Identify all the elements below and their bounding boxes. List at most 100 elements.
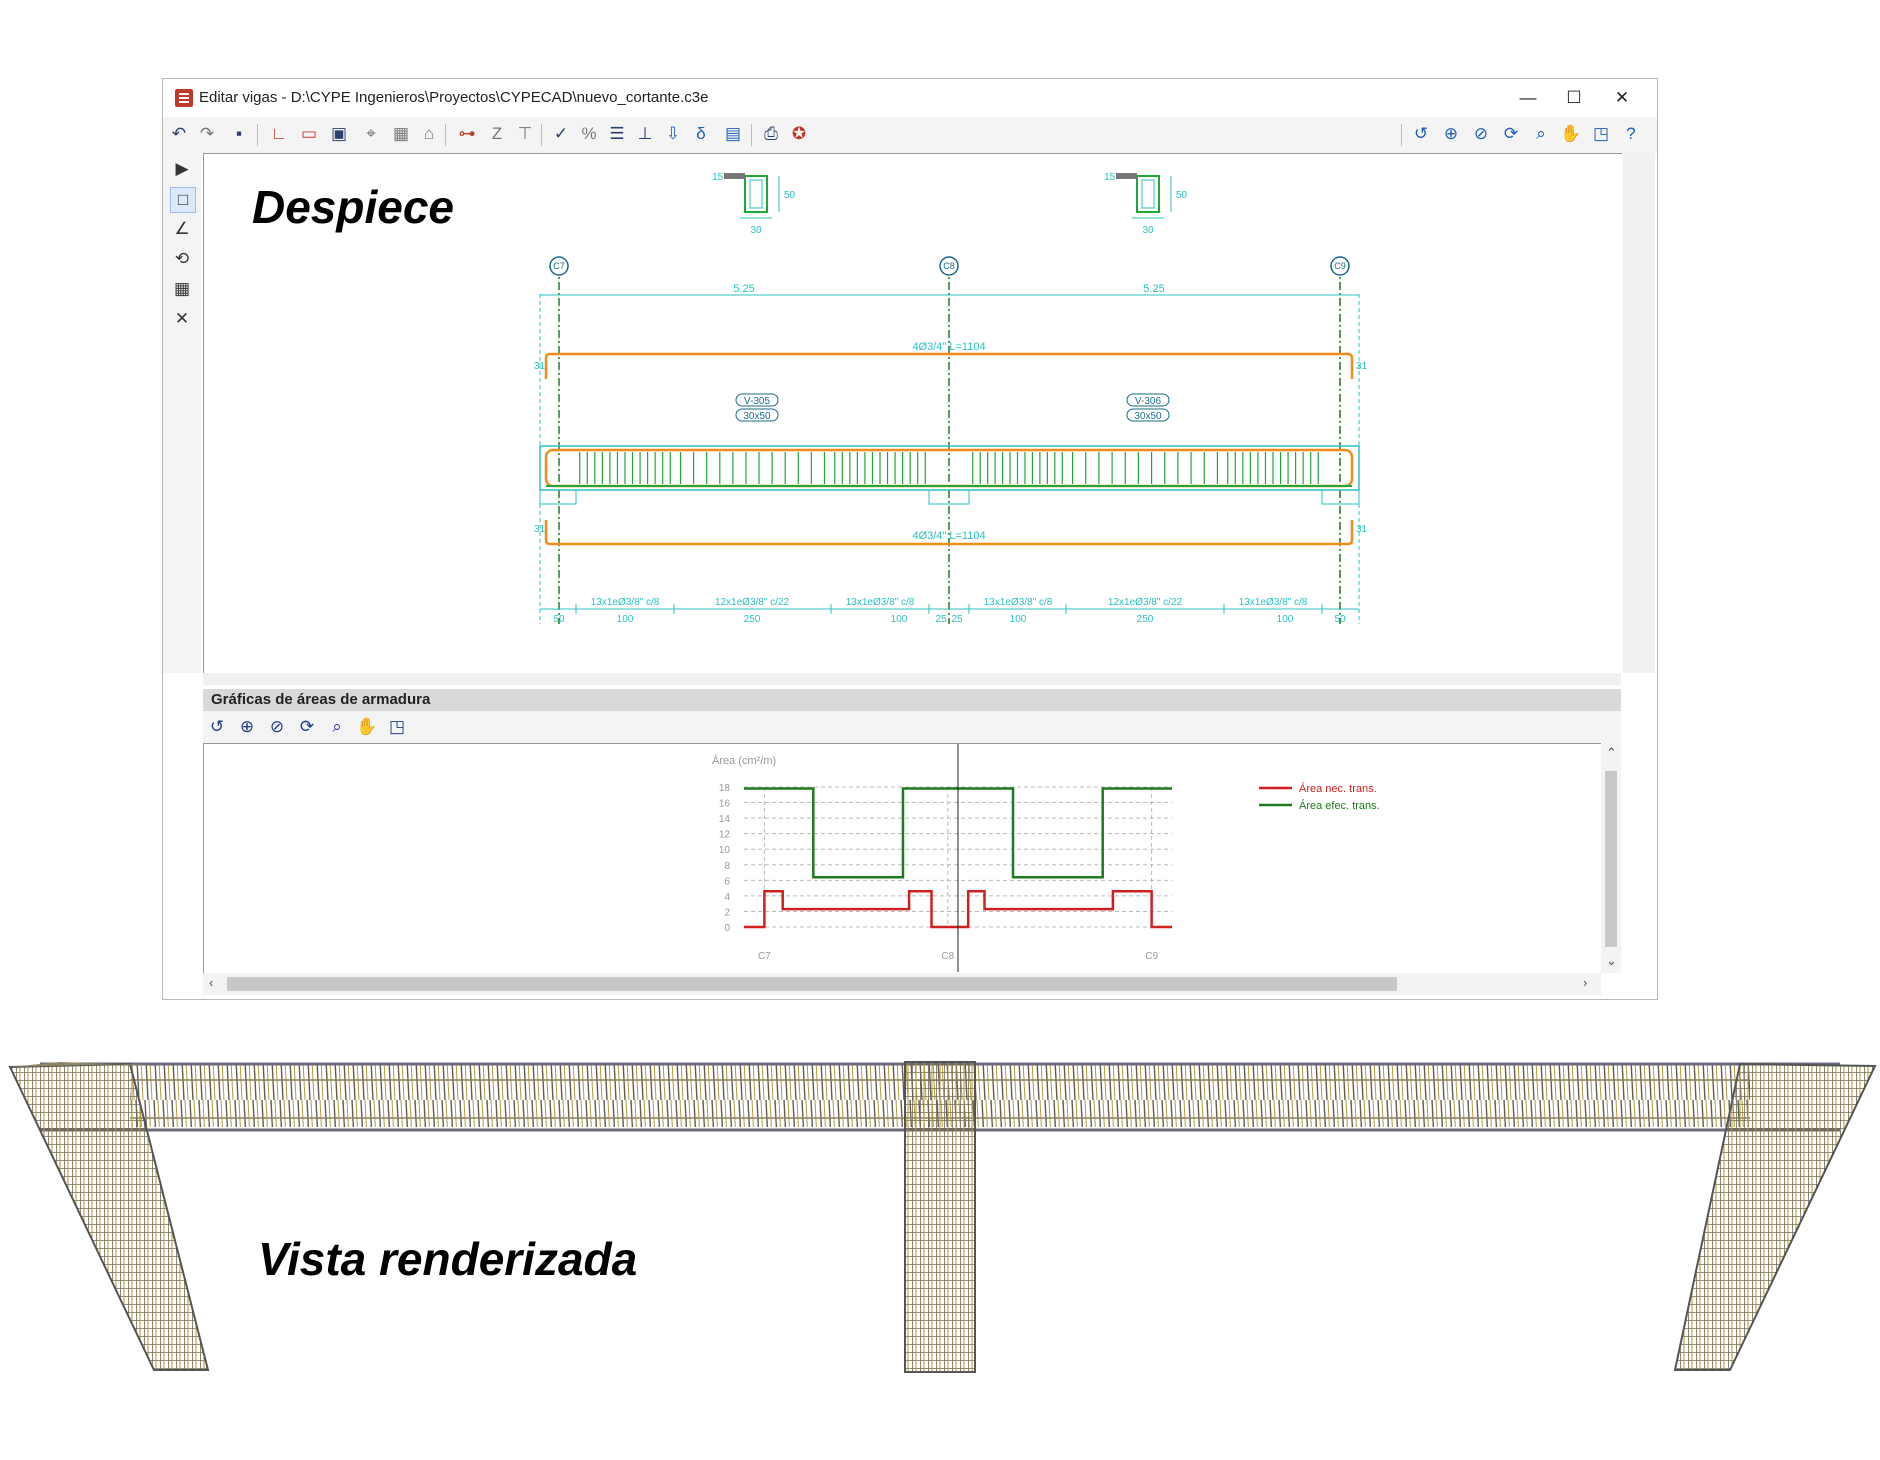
chart-xtick: C9 [1145, 951, 1158, 962]
panel-zoom-window-icon[interactable]: ⌕ [325, 715, 349, 739]
reinforcement-icon[interactable]: ⊶ [455, 122, 479, 146]
delta-icon[interactable]: δ [689, 122, 713, 146]
panel-toolbar: ↺ ⊕ ⊘ ⟳ ⌕ ✋ ◳ [203, 711, 1621, 743]
vista-caption: Vista renderizada [258, 1233, 638, 1285]
monitor-icon[interactable]: ▤ [721, 122, 745, 146]
scroll-up-icon[interactable]: ⌃ [1606, 745, 1617, 761]
stirrup-length-5: 250 [1137, 614, 1154, 625]
beam-section-2: 30x50 [1134, 411, 1162, 422]
settings-icon[interactable]: ✪ [787, 122, 811, 146]
check-icon[interactable]: ✓ [549, 122, 573, 146]
stirrup-length-1: 100 [617, 614, 634, 625]
chart-ytick: 8 [724, 861, 730, 872]
minimize-button[interactable]: — [1505, 83, 1551, 113]
app-icon [175, 89, 193, 107]
area-chart[interactable]: Área (cm²/m) 0 2 4 6 8 10 12 14 16 18 C7 C8 C9 Área … [203, 743, 1602, 974]
scroll-left-icon[interactable]: ‹ [209, 975, 213, 990]
window-title: Editar vigas - D:\CYPE Ingenieros\Proyec… [199, 89, 709, 106]
table-icon[interactable]: ▦ [389, 122, 413, 146]
chart-xtick: C8 [941, 951, 954, 962]
chart-ytick: 0 [724, 923, 730, 934]
despiece-caption: Despiece [252, 181, 455, 233]
beam-name-2: V-306 [1135, 396, 1162, 407]
scroll-down-icon[interactable]: ⌄ [1606, 953, 1617, 969]
zoom-window-icon[interactable]: ⌕ [1529, 122, 1553, 146]
hook-label-top-right: 31 [1356, 361, 1368, 372]
pan-hand-icon[interactable]: ✋ [1559, 122, 1583, 146]
undo-icon[interactable]: ↶ [167, 122, 191, 146]
play-icon[interactable]: ▶ [170, 157, 194, 181]
list-icon[interactable]: ☰ [605, 122, 629, 146]
span-dim-1: 5.25 [733, 283, 754, 295]
beam-line-tool-icon[interactable]: ∟ [267, 122, 291, 146]
support-dim-mid-b: 25 [951, 614, 963, 625]
chart-ytick: 12 [719, 830, 731, 841]
hook-label-bottom-right: 31 [1356, 524, 1368, 535]
stirrup-length-4: 100 [1010, 614, 1027, 625]
chart-ytick: 6 [724, 876, 730, 887]
scroll-right-icon[interactable]: › [1583, 975, 1587, 990]
left-toolbar: ▶ □ ∠ ⟲ ▦ ✕ [163, 153, 201, 673]
stirrup-label-5: 12x1eØ3/8" c/22 [1108, 597, 1183, 608]
loads-icon[interactable]: ⇩ [661, 122, 685, 146]
redo-icon[interactable]: ↷ [195, 122, 219, 146]
stirrup-length-3: 100 [891, 614, 908, 625]
section-tool-icon[interactable]: ▭ [297, 122, 321, 146]
zoom-all-icon[interactable]: ⊕ [1439, 122, 1463, 146]
column-label-c7: C7 [553, 261, 565, 271]
dimension-tool-icon[interactable]: ▣ [327, 122, 351, 146]
vertical-scroll-thumb[interactable] [1605, 771, 1617, 947]
help-icon[interactable]: ? [1619, 122, 1643, 146]
percent-icon[interactable]: % [577, 122, 601, 146]
maximize-button[interactable]: ☐ [1551, 83, 1597, 113]
zoom-x2-icon[interactable]: ⊘ [1469, 122, 1493, 146]
close-button[interactable]: ✕ [1599, 83, 1645, 113]
chart-ylabel: Área (cm²/m) [712, 754, 776, 767]
legend-label: Área efec. trans. [1299, 799, 1380, 812]
pillar-icon[interactable]: ⊤ [513, 122, 537, 146]
chart-horizontal-scrollbar[interactable]: ‹ › [203, 973, 1601, 995]
section-height-right: 50 [1176, 190, 1188, 201]
stirrup-z-icon[interactable]: Z [485, 122, 509, 146]
support-icon[interactable]: ⊥ [633, 122, 657, 146]
stirrup-label-4: 13x1eØ3/8" c/8 [984, 597, 1053, 608]
select-rectangle-icon[interactable]: □ [170, 187, 196, 213]
edit-bars-icon[interactable]: ⌖ [359, 122, 383, 146]
horizontal-scroll-thumb[interactable] [227, 977, 1397, 991]
section-detail-right [1116, 173, 1172, 219]
tools-icon[interactable]: ✕ [170, 307, 194, 331]
chart-ytick: 2 [724, 907, 730, 918]
beam-name-1: V-305 [744, 396, 771, 407]
section-width-right: 30 [1142, 225, 1154, 236]
panel-pan-hand-icon[interactable]: ✋ [355, 715, 379, 739]
support-dim-right: 50 [1334, 614, 1346, 625]
panel-refresh-icon[interactable]: ⟳ [295, 715, 319, 739]
section-height-left: 50 [784, 190, 796, 201]
legend-label: Área nec. trans. [1299, 782, 1377, 795]
main-toolbar: ↶ ↷ ▪ ∟ ▭ ▣ ⌖ ▦ ⌂ ⊶ Z ⊤ ✓ % ☰ ⊥ ⇩ δ ▤ ⎙ … [163, 117, 1657, 153]
chart-vertical-scrollbar[interactable]: ⌃ ⌄ [1601, 743, 1621, 973]
support-dim-mid-a: 25 [935, 614, 947, 625]
panel-zoom-all-icon[interactable]: ⊕ [235, 715, 259, 739]
stirrup-label-3: 13x1eØ3/8" c/8 [846, 597, 915, 608]
section-detail-left [724, 173, 780, 219]
refresh-icon[interactable]: ⟳ [1499, 122, 1523, 146]
modify-icon[interactable]: ⌂ [417, 122, 441, 146]
panel-zoom-x2-icon[interactable]: ⊘ [265, 715, 289, 739]
save-icon[interactable]: ▪ [227, 122, 251, 146]
panel-window-icon[interactable]: ◳ [385, 715, 409, 739]
support-dim-left: 50 [553, 614, 565, 625]
print-icon[interactable]: ⎙ [759, 122, 783, 146]
panel-zoom-previous-icon[interactable]: ↺ [205, 715, 229, 739]
angle-icon[interactable]: ∠ [170, 217, 194, 241]
span-dim-2: 5.25 [1143, 283, 1164, 295]
zoom-previous-icon[interactable]: ↺ [1409, 122, 1433, 146]
chart-ytick: 18 [719, 783, 731, 794]
rotate-icon[interactable]: ⟲ [170, 247, 194, 271]
window-icon[interactable]: ◳ [1589, 122, 1613, 146]
hook-label-top-left: 31 [534, 361, 546, 372]
layers-icon[interactable]: ▦ [170, 277, 194, 301]
stirrup-label-2: 12x1eØ3/8" c/22 [715, 597, 790, 608]
splitter-handle[interactable] [203, 673, 1621, 685]
section-flange-right: 15 [1104, 172, 1116, 183]
